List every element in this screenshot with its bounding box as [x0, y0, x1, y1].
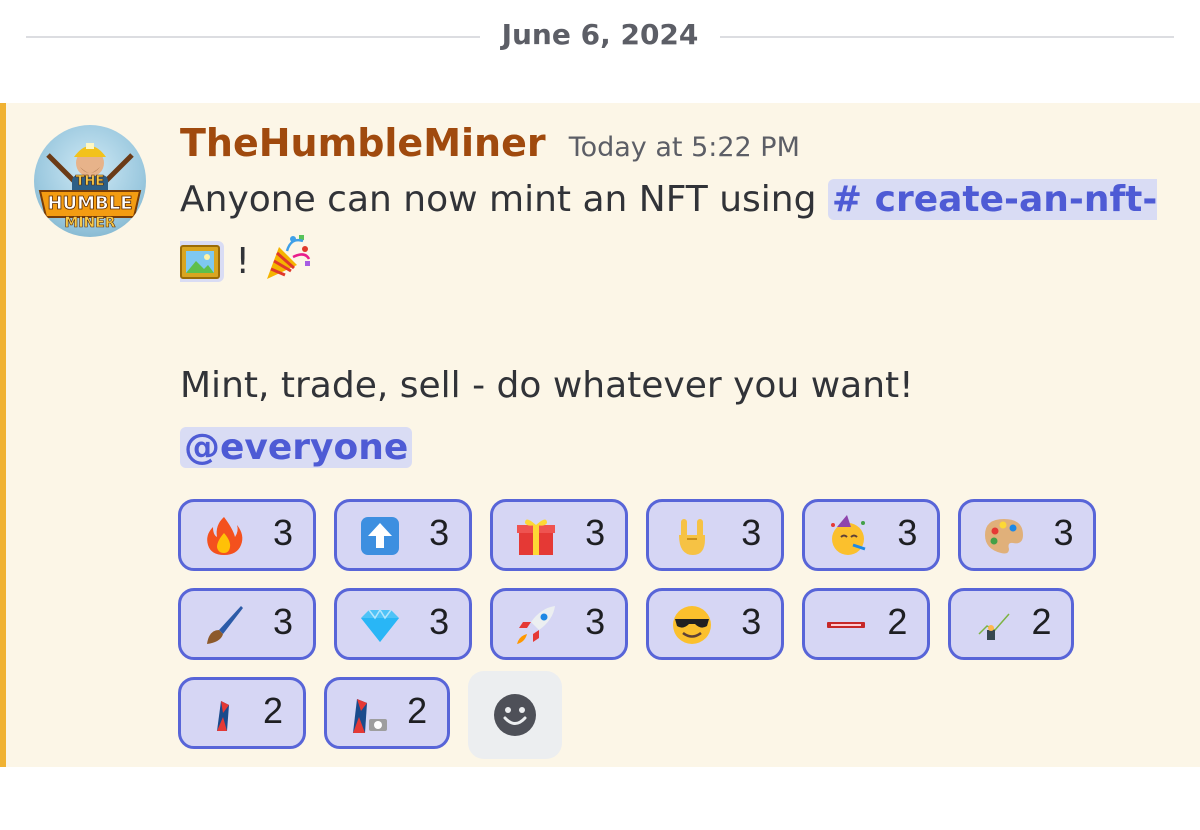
reaction-custom-bird-camera[interactable]: 2 — [324, 677, 451, 749]
reaction-custom-miner[interactable]: 2 — [948, 588, 1075, 660]
reaction-count: 3 — [272, 601, 293, 642]
custom-miner-emoji — [978, 613, 1011, 640]
message-header: TheHumbleMiner Today at 5:22 PM — [180, 121, 800, 171]
smiley-icon — [494, 694, 537, 736]
paintbrush-icon — [207, 606, 243, 644]
divider-line-left — [26, 36, 480, 38]
message-spacer — [180, 293, 1160, 355]
message-line-2: Mint, trade, sell - do whatever you want… — [180, 365, 914, 406]
up-arrow-icon — [361, 517, 400, 555]
reactions-row: 3 3 3 3 2 2 — [178, 588, 1078, 677]
message-text-exclaim: ! — [224, 241, 262, 282]
miner-avatar-icon: THE HUMBLE MINER — [38, 143, 142, 231]
avatar-text-the: THE — [76, 174, 105, 189]
avatar[interactable]: THE HUMBLE MINER — [34, 125, 146, 237]
avatar-text-humble: HUMBLE — [47, 193, 132, 214]
custom-banner-emoji — [827, 622, 866, 628]
sunglasses-face-icon — [673, 606, 712, 644]
reaction-up-arrow[interactable]: 3 — [334, 499, 473, 571]
reaction-gem[interactable]: 3 — [334, 588, 473, 660]
reaction-paintbrush[interactable]: 3 — [178, 588, 316, 660]
reaction-count: 3 — [429, 512, 450, 553]
custom-bird-camera-emoji — [353, 699, 388, 733]
rocket-icon — [517, 606, 556, 644]
reaction-partying-face[interactable]: 3 — [802, 499, 941, 571]
chat-view: June 6, 2024 THE HUMBLE MINER TheHumbleM… — [0, 0, 1200, 830]
avatar-text-miner: MINER — [64, 215, 115, 231]
reaction-fire[interactable]: 3 — [178, 499, 316, 571]
divider-date: June 6, 2024 — [501, 18, 699, 51]
reaction-count: 3 — [585, 601, 606, 642]
mention-highlight-bar — [0, 103, 6, 767]
reactions-bar: 3 3 3 3 3 3 3 3 3 3 2 2 2 2 — [178, 499, 1097, 766]
reaction-custom-banner[interactable]: 2 — [802, 588, 931, 660]
reactions-row: 2 2 — [178, 671, 1078, 766]
add-reaction-button[interactable] — [468, 671, 563, 759]
reaction-rocket[interactable]: 3 — [490, 588, 629, 660]
message-content: Anyone can now mint an NFT using # creat… — [180, 169, 1160, 479]
reactions-row: 3 3 3 3 3 3 — [178, 499, 1097, 588]
reaction-count: 3 — [1053, 512, 1074, 553]
channel-mention-label: # create-an-nft- — [831, 179, 1158, 220]
reaction-count: 3 — [741, 601, 762, 642]
reaction-count: 2 — [407, 690, 428, 731]
reaction-custom-bird[interactable]: 2 — [178, 677, 306, 749]
everyone-mention[interactable]: @everyone — [180, 427, 413, 468]
partying-face-icon — [831, 515, 866, 555]
reaction-count: 3 — [741, 512, 762, 553]
message-line-3: @everyone — [180, 417, 1160, 479]
reaction-count: 3 — [585, 512, 606, 553]
message-item[interactable]: THE HUMBLE MINER TheHumbleMiner Today at… — [0, 103, 1200, 767]
reaction-count: 3 — [897, 512, 918, 553]
message-text-intro: Anyone can now mint an NFT using — [180, 179, 828, 220]
date-divider: June 6, 2024 — [0, 0, 1200, 80]
reaction-rock-hand[interactable]: 3 — [646, 499, 785, 571]
reaction-count: 3 — [429, 601, 450, 642]
author-name[interactable]: TheHumbleMiner — [180, 121, 546, 165]
reaction-count: 2 — [262, 690, 283, 731]
reaction-gift[interactable]: 3 — [490, 499, 629, 571]
custom-bird-emoji — [217, 701, 229, 731]
party-popper-icon — [267, 235, 311, 279]
message-line-1: Anyone can now mint an NFT using # creat… — [180, 169, 1160, 293]
rock-hand-icon — [679, 519, 706, 555]
message-timestamp[interactable]: Today at 5:22 PM — [569, 132, 800, 163]
gem-icon — [361, 608, 400, 642]
divider-line-right — [720, 36, 1174, 38]
fire-icon — [207, 517, 243, 555]
reaction-palette[interactable]: 3 — [958, 499, 1097, 571]
framed-picture-icon — [180, 245, 220, 279]
reaction-count: 2 — [1031, 601, 1052, 642]
reaction-count: 3 — [272, 512, 293, 553]
gift-icon — [517, 519, 556, 555]
palette-icon — [985, 519, 1024, 554]
reaction-sunglasses-face[interactable]: 3 — [646, 588, 785, 660]
reaction-count: 2 — [887, 601, 908, 642]
